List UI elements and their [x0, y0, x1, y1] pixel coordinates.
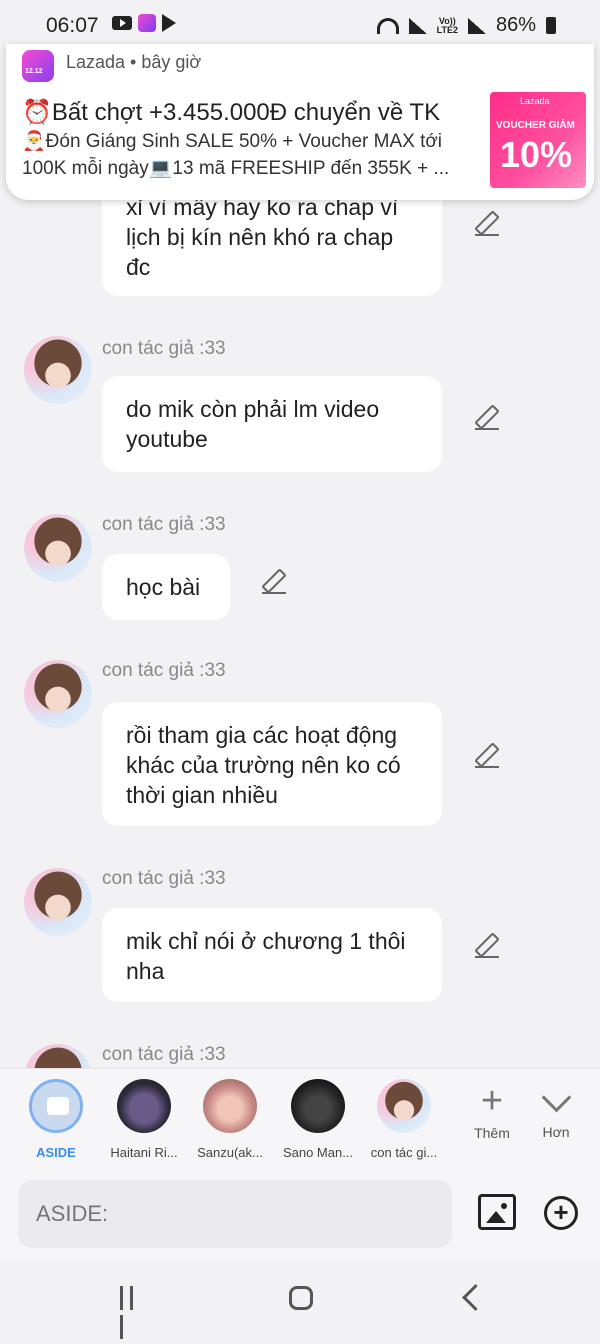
expand-button[interactable]: Hơn [526, 1081, 586, 1140]
chat-bubble-icon [29, 1079, 83, 1133]
message-bubble[interactable]: rồi tham gia các hoạt động khác của trườ… [102, 702, 442, 826]
character-avatar [291, 1079, 345, 1133]
lazada-notification[interactable]: Lazada • bây giờ ⏰Bất chợt +3.455.000Đ c… [6, 44, 594, 200]
composer: + [0, 1168, 600, 1260]
message-bubble[interactable]: học bài [102, 554, 230, 620]
edit-icon[interactable] [475, 406, 499, 430]
add-label: Thêm [474, 1125, 510, 1141]
system-nav-bar [0, 1260, 600, 1339]
add-character-button[interactable]: + Thêm [462, 1081, 522, 1141]
clock: 06:07 [46, 14, 99, 37]
message-bubble[interactable]: do mik còn phải lm video youtube [102, 376, 442, 472]
character-label: ASIDE [36, 1145, 76, 1160]
promo-voucher-text: VOUCHER GIẢM [496, 120, 575, 131]
character-name: con tác giả :33 [102, 868, 226, 889]
edit-icon[interactable] [475, 212, 499, 236]
promo-percent: 10% [500, 134, 573, 175]
avatar[interactable] [24, 336, 92, 404]
network-label: LTE2 [436, 24, 458, 35]
character-avatar [203, 1079, 257, 1133]
back-icon[interactable] [462, 1284, 489, 1311]
chevron-down-icon [541, 1082, 571, 1113]
character-name: con tác giả :33 [102, 514, 226, 535]
recent-apps-icon[interactable] [120, 1286, 148, 1339]
avatar[interactable] [24, 660, 92, 728]
plus-icon: + [480, 1080, 504, 1122]
character-avatar [377, 1079, 431, 1133]
signal-icon-2 [467, 17, 486, 34]
character-name: con tác giả :33 [102, 1044, 226, 1065]
character-selector: ASIDE Haitani Ri... Sanzu(ak... Sano Man… [0, 1068, 600, 1169]
chat-area[interactable]: xỉ vì mấy hay ko ra chap vì lịch bị kín … [0, 52, 600, 1068]
image-icon[interactable] [478, 1194, 516, 1230]
expand-label: Hơn [542, 1124, 570, 1140]
signal-icon [408, 17, 427, 34]
wifi-icon [376, 17, 399, 34]
character-sanzu[interactable]: Sanzu(ak... [190, 1079, 270, 1160]
volte-icon: Vo)) LTE2 [436, 16, 458, 35]
message-input[interactable] [18, 1180, 452, 1248]
lazada-icon [138, 14, 156, 32]
home-icon[interactable] [289, 1286, 313, 1310]
notification-title: ⏰Bất chợt +3.455.000Đ chuyển về TK [22, 99, 441, 126]
play-store-icon [162, 14, 176, 32]
status-indicators: Vo)) LTE2 86% [376, 14, 556, 37]
character-sano[interactable]: Sano Man... [278, 1079, 358, 1160]
avatar[interactable] [24, 514, 92, 582]
character-label: Haitani Ri... [110, 1145, 178, 1160]
lazada-app-icon [22, 50, 54, 82]
character-label: Sano Man... [282, 1145, 354, 1160]
avatar[interactable] [24, 1044, 92, 1068]
character-name: con tác giả :33 [102, 338, 226, 359]
battery-icon [546, 17, 556, 34]
notification-source: Lazada • bây giờ [66, 52, 202, 72]
character-haitani[interactable]: Haitani Ri... [104, 1079, 184, 1160]
edit-icon[interactable] [475, 744, 499, 768]
character-label: con tác gi... [370, 1145, 438, 1160]
character-tac-gia[interactable]: con tác gi... [364, 1079, 444, 1160]
character-label: Sanzu(ak... [197, 1145, 263, 1160]
character-name: con tác giả :33 [102, 660, 226, 681]
status-app-icons [112, 14, 176, 32]
youtube-icon [112, 16, 132, 30]
message-bubble[interactable]: mik chỉ nói ở chương 1 thôi nha [102, 908, 442, 1002]
edit-icon[interactable] [262, 570, 286, 594]
avatar[interactable] [24, 868, 92, 936]
character-avatar [117, 1079, 171, 1133]
promo-brand: Lazada [520, 96, 550, 106]
character-aside[interactable]: ASIDE [16, 1079, 96, 1160]
notification-body: 🎅Đón Giáng Sinh SALE 50% + Voucher MAX t… [22, 131, 450, 179]
add-circle-icon[interactable]: + [544, 1196, 578, 1230]
edit-icon[interactable] [475, 934, 499, 958]
promo-image: Lazada VOUCHER GIẢM 10% [490, 92, 586, 188]
battery-level: 86% [495, 14, 536, 36]
